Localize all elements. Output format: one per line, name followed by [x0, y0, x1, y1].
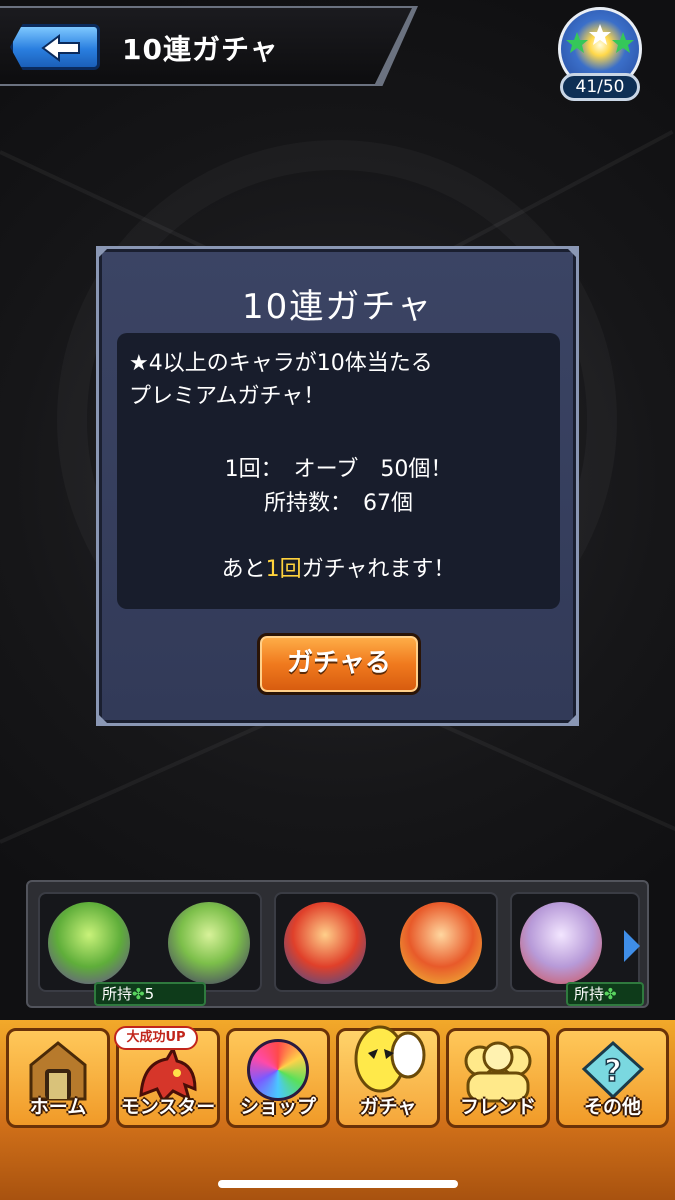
nav-gacha[interactable]: ガチャ — [336, 1025, 440, 1128]
dialog-corner — [565, 246, 579, 260]
team-panel[interactable] — [274, 892, 498, 992]
monster-avatar[interactable] — [48, 902, 130, 984]
dialog-corner — [565, 712, 579, 726]
svg-text:?: ? — [604, 1054, 621, 1089]
home-indicator — [218, 1180, 458, 1188]
owned-badge-label: 所持 — [102, 985, 133, 1003]
gacha-description: ★4以上のキャラが10体当たる プレミアムガチャ！ — [129, 347, 549, 413]
owned-badge: 所持✤5 — [94, 982, 206, 1006]
nav-shop-label: ショップ — [239, 1096, 316, 1118]
page-title: 10連ガチャ — [122, 33, 279, 66]
back-arrow-icon — [41, 34, 80, 62]
nav-shop[interactable]: ショップ — [226, 1028, 330, 1128]
team-strip[interactable]: 所持✤5 所持✤ — [26, 880, 649, 1008]
owned-orbs-text: 所持数： 67個 — [264, 491, 413, 516]
description-line: プレミアムガチャ！ — [129, 384, 326, 409]
dialog-title: 10連ガチャ — [242, 287, 433, 327]
stamina-indicator[interactable]: 41/50 — [556, 7, 644, 101]
team-panel[interactable] — [510, 892, 640, 992]
owned-badge-count: 5 — [144, 985, 155, 1003]
monster-avatar[interactable] — [400, 902, 482, 984]
remaining-text: あと1回ガチャれます！ — [117, 551, 560, 583]
event-badge: 大成功UP — [114, 1026, 198, 1050]
info-box: ★4以上のキャラが10体当たる プレミアムガチャ！ 1回： オーブ 50個！ 所… — [117, 333, 560, 609]
nav-other[interactable]: ? その他 — [556, 1028, 669, 1128]
gacha-egg-icon — [354, 1025, 426, 1093]
remaining-suffix: ガチャれます！ — [301, 557, 456, 582]
monster-avatar[interactable] — [520, 902, 602, 984]
team-panel[interactable] — [38, 892, 262, 992]
nav-home[interactable]: ホーム — [6, 1028, 110, 1128]
owned-badge-label: 所持 — [574, 985, 605, 1003]
description-line: ★4以上のキャラが10体当たる — [129, 351, 433, 376]
nav-gacha-label: ガチャ — [359, 1096, 417, 1118]
gacha-dialog: 10連ガチャ ★4以上のキャラが10体当たる プレミアムガチャ！ 1回： オーブ… — [96, 246, 579, 726]
remaining-prefix: あと — [221, 557, 266, 582]
scroll-right-arrow-icon[interactable] — [624, 930, 640, 962]
stamina-count: 41/50 — [560, 73, 640, 101]
clover-icon: ✤ — [604, 985, 617, 1003]
gacha-button[interactable]: ガチャる — [257, 633, 421, 695]
nav-friend[interactable]: フレンド — [446, 1028, 550, 1128]
nav-friend-label: フレンド — [459, 1096, 536, 1118]
nav-monster-label: モンスター — [120, 1096, 216, 1118]
monster-avatar[interactable] — [168, 902, 250, 984]
clover-icon: ✤ — [132, 985, 145, 1003]
cost-text: 1回： オーブ 50個！ — [224, 457, 453, 482]
monster-avatar[interactable] — [284, 902, 366, 984]
dialog-corner — [96, 712, 110, 726]
nav-home-label: ホーム — [29, 1096, 87, 1118]
remaining-count: 1回 — [265, 557, 302, 582]
nav-other-label: その他 — [583, 1096, 641, 1118]
owned-badge: 所持✤ — [566, 982, 644, 1006]
dialog-corner — [96, 246, 110, 260]
back-button[interactable] — [10, 24, 100, 70]
